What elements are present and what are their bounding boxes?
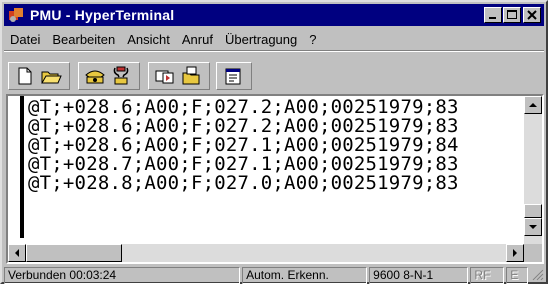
open-icon	[41, 71, 62, 84]
maximize-icon	[507, 10, 517, 19]
properties-icon	[225, 68, 241, 85]
scrollbar-corner	[524, 244, 542, 262]
minimize-button[interactable]	[484, 7, 502, 23]
terminal-line: @T;+028.8;A00;F;027.0;A00;00251979;83	[28, 172, 459, 194]
maximize-button[interactable]	[503, 7, 521, 23]
new-icon	[18, 67, 32, 85]
title-bar[interactable]: PMU - HyperTerminal	[4, 4, 544, 26]
resize-grip-icon[interactable]	[532, 269, 544, 281]
menu-ansicht[interactable]: Ansicht	[121, 32, 176, 47]
scroll-right-button[interactable]	[506, 244, 524, 262]
vertical-scroll-thumb[interactable]	[524, 204, 542, 218]
scroll-down-button[interactable]	[524, 218, 542, 236]
disconnect-button[interactable]	[109, 65, 133, 87]
menu-bearbeiten[interactable]: Bearbeiten	[46, 32, 121, 47]
transfer-tool-group	[148, 62, 210, 90]
toolbar	[6, 54, 542, 92]
window-title: PMU - HyperTerminal	[30, 7, 175, 23]
horizontal-scroll-thumb[interactable]	[26, 244, 122, 262]
receive-button[interactable]	[179, 65, 203, 87]
status-bar: Verbunden 00:03:24 Autom. Erkenn. 9600 8…	[4, 266, 544, 284]
arrow-left-icon	[15, 249, 19, 257]
new-button[interactable]	[13, 65, 37, 87]
send-icon	[155, 70, 174, 84]
arrow-up-icon	[529, 103, 537, 107]
disconnect-icon	[113, 66, 129, 85]
close-button[interactable]	[523, 7, 541, 23]
status-rf: RF	[470, 266, 505, 284]
toolbar-separator	[4, 50, 544, 52]
status-connected: Verbunden 00:03:24	[4, 266, 241, 284]
receive-icon	[182, 66, 200, 85]
arrow-right-icon	[513, 249, 517, 257]
menu-bar: Datei Bearbeiten Ansicht Anruf Übertragu…	[4, 29, 544, 49]
call-tool-group	[78, 62, 140, 90]
menu-help[interactable]: ?	[303, 32, 322, 47]
menu-uebertragung[interactable]: Übertragung	[219, 32, 303, 47]
properties-button[interactable]	[221, 65, 245, 87]
menu-datei[interactable]: Datei	[4, 32, 46, 47]
file-tool-group	[8, 62, 70, 90]
status-port-settings: 9600 8-N-1	[369, 266, 469, 284]
terminal-text[interactable]: @T;+028.6;A00;F;027.2;A00;00251979;83 @T…	[20, 96, 534, 238]
arrow-down-icon	[529, 225, 537, 229]
open-button[interactable]	[39, 65, 63, 87]
vertical-scrollbar[interactable]	[524, 96, 542, 246]
close-icon	[527, 10, 537, 20]
horizontal-scrollbar[interactable]	[8, 244, 524, 262]
connect-button[interactable]	[83, 65, 107, 87]
properties-tool-group	[216, 62, 252, 90]
terminal-area[interactable]: @T;+028.6;A00;F;027.2;A00;00251979;83 @T…	[6, 94, 544, 264]
scroll-left-button[interactable]	[8, 244, 26, 262]
hyperterminal-window: PMU - HyperTerminal Datei Bearbeiten Ans…	[0, 0, 548, 284]
send-button[interactable]	[153, 65, 177, 87]
scroll-up-button[interactable]	[524, 96, 542, 114]
hyperterminal-app-icon[interactable]	[7, 6, 25, 24]
status-auto-detect: Autom. Erkenn.	[242, 266, 368, 284]
status-echo: E	[506, 266, 529, 284]
minimize-icon	[489, 17, 496, 19]
connect-icon	[85, 70, 105, 84]
menu-anruf[interactable]: Anruf	[176, 32, 219, 47]
